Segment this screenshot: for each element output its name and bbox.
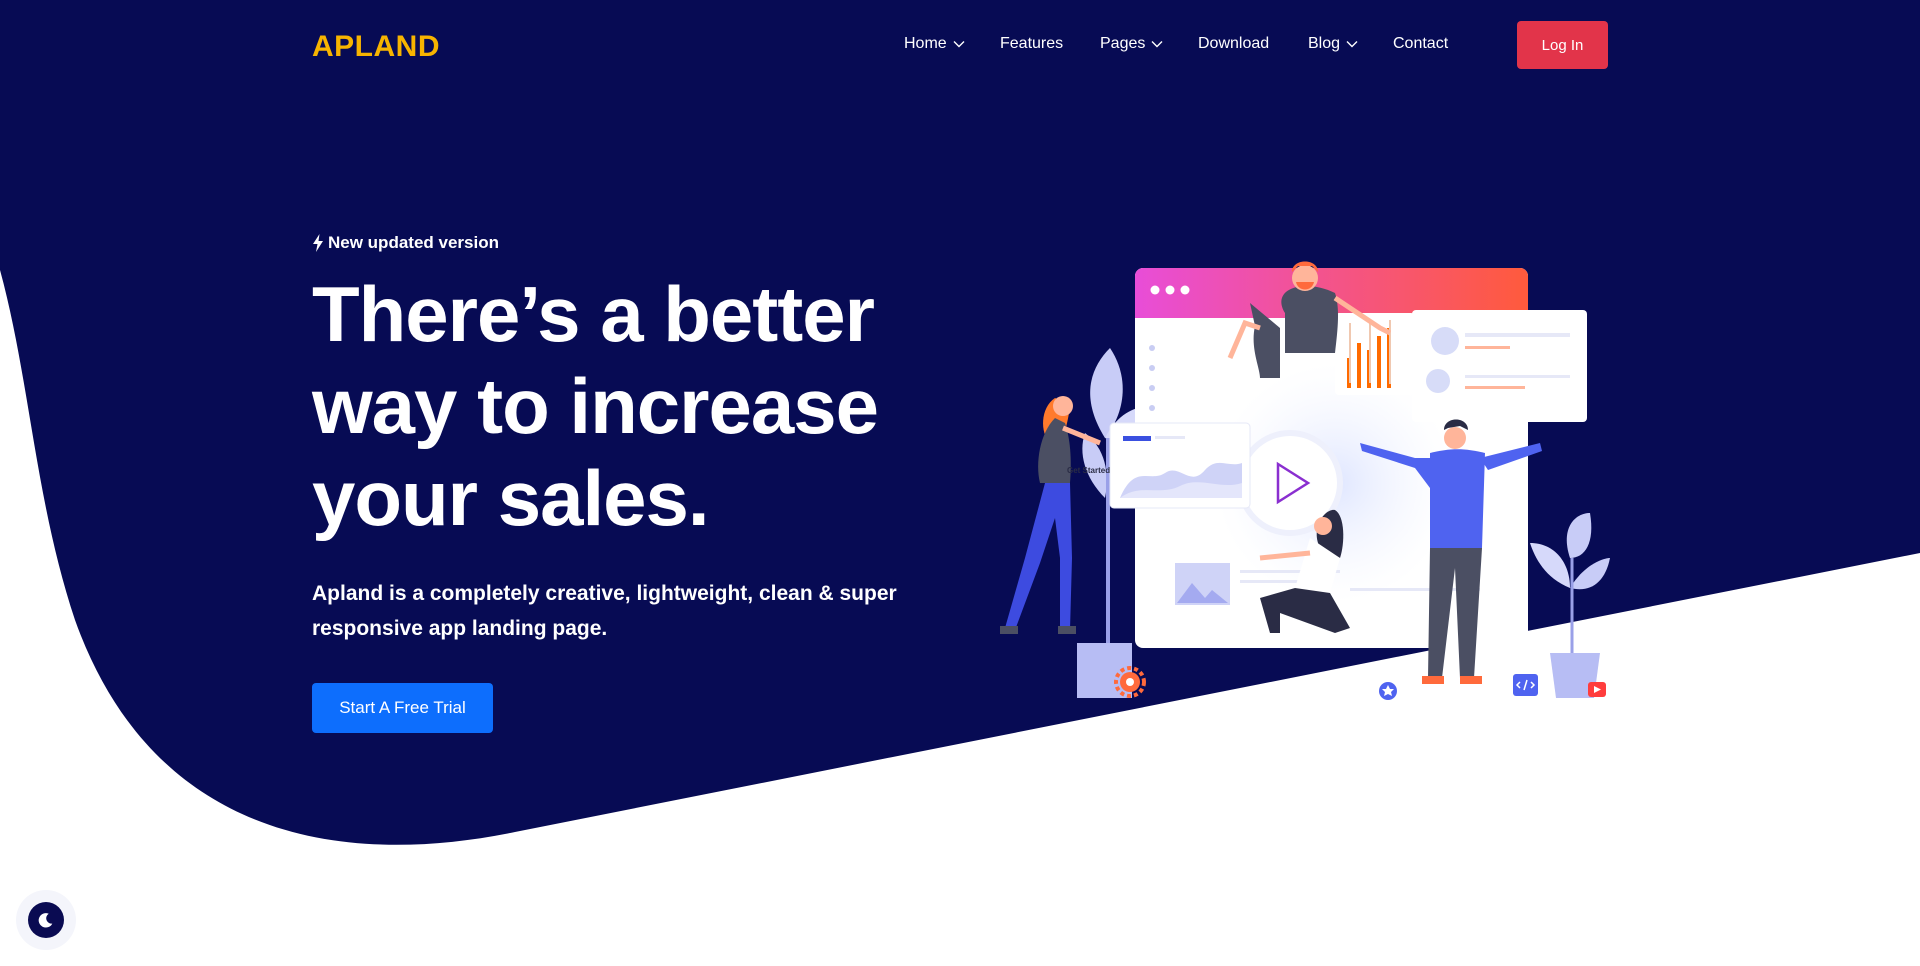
profile-card bbox=[1412, 310, 1587, 422]
hero-headline-line: way to increase bbox=[312, 362, 879, 450]
youtube-icon bbox=[1588, 682, 1606, 697]
nav-item-label: Pages bbox=[1100, 35, 1146, 52]
nav-item-label: Blog bbox=[1308, 35, 1341, 52]
code-icon bbox=[1513, 674, 1538, 696]
nav-item-label: Download bbox=[1198, 35, 1270, 52]
hero-description: Apland is a completely creative, lightwe… bbox=[312, 576, 932, 646]
nav-item-download[interactable]: Download bbox=[1198, 35, 1269, 53]
star-icon bbox=[1379, 682, 1397, 700]
hero-headline-line: your sales. bbox=[312, 454, 710, 542]
login-button[interactable]: Log In bbox=[1517, 21, 1608, 69]
nav-item-pages[interactable]: Pages bbox=[1100, 35, 1163, 53]
hero-description-line: responsive app landing page. bbox=[312, 617, 608, 640]
nav-item-blog[interactable]: Blog bbox=[1308, 35, 1358, 53]
nav-item-label: Features bbox=[1000, 35, 1064, 52]
area-chart-card bbox=[1109, 422, 1251, 509]
hero-headline-line: There’s a better bbox=[312, 270, 875, 358]
nav-item-label: Contact bbox=[1393, 35, 1449, 52]
start-free-trial-button[interactable]: Start A Free Trial bbox=[312, 683, 493, 733]
chevron-down-icon bbox=[1346, 41, 1358, 48]
version-badge: New updated version bbox=[312, 233, 499, 253]
plant-right bbox=[1530, 513, 1610, 698]
chevron-down-icon bbox=[1151, 41, 1163, 48]
version-badge-text: New updated version bbox=[328, 233, 499, 252]
moon-icon bbox=[38, 913, 53, 928]
brand-logo[interactable]: APLAND bbox=[312, 30, 440, 64]
hero-headline: There’s a better way to increase your sa… bbox=[312, 268, 952, 544]
nav-item-contact[interactable]: Contact bbox=[1393, 35, 1448, 53]
hero-description-line: Apland is a completely creative, lightwe… bbox=[312, 582, 897, 605]
nav-item-home[interactable]: Home bbox=[904, 35, 965, 53]
chevron-down-icon bbox=[953, 41, 965, 48]
navbar: APLAND Home Features Pages Download Blog… bbox=[0, 0, 1920, 92]
bolt-icon bbox=[313, 234, 323, 252]
nav-item-features[interactable]: Features bbox=[1000, 35, 1063, 53]
hero-illustration: Get Started bbox=[1000, 261, 1610, 700]
theme-toggle-button[interactable] bbox=[28, 902, 64, 938]
nav-item-label: Home bbox=[904, 35, 947, 52]
get-started-label: Get Started bbox=[1067, 466, 1110, 475]
person-left: Get Started bbox=[1000, 396, 1110, 634]
